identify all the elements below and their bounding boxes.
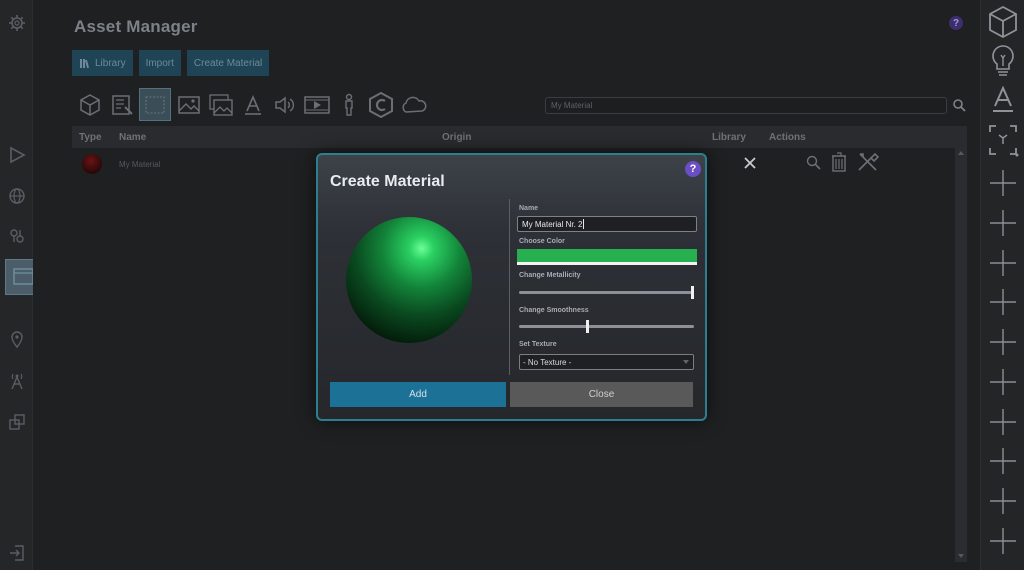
chevron-down-icon: [683, 360, 689, 364]
table-scrollbar[interactable]: [955, 148, 967, 562]
row-name: My Material: [119, 160, 161, 169]
help-button[interactable]: ?: [949, 16, 963, 30]
metallicity-label: Change Metallicity: [519, 272, 581, 279]
add-slot-7-icon[interactable]: [983, 403, 1023, 441]
right-toolbar: [980, 0, 1024, 570]
settings-gear-icon[interactable]: [5, 11, 28, 34]
search-input[interactable]: My Material: [545, 97, 947, 114]
material-thumbnail: [82, 154, 102, 174]
header-library[interactable]: Library: [712, 132, 746, 143]
table-header: Type Name Origin Library Actions: [72, 126, 967, 148]
create-material-button-label: Create Material: [193, 57, 263, 69]
library-books-icon: [80, 58, 90, 68]
add-slot-6-icon[interactable]: [983, 363, 1023, 401]
image-icon[interactable]: [174, 89, 203, 121]
smoothness-slider-handle[interactable]: [585, 320, 589, 333]
texture-select[interactable]: - No Texture -: [519, 354, 694, 370]
material-name-value: My Material Nr. 2: [522, 219, 583, 229]
close-button[interactable]: Close: [510, 382, 693, 407]
page-title: Asset Manager: [74, 17, 198, 36]
material-icon[interactable]: [139, 88, 171, 121]
scroll-up-icon[interactable]: [958, 151, 964, 155]
edit-tools-icon[interactable]: [857, 152, 880, 177]
dialog-title: Create Material: [330, 173, 445, 190]
header-actions: Actions: [769, 132, 806, 143]
cube-icon[interactable]: [75, 89, 104, 121]
add-slot-8-icon[interactable]: [983, 442, 1023, 480]
map-pins-icon[interactable]: [5, 224, 28, 247]
person-icon[interactable]: [334, 89, 363, 121]
material-name-input[interactable]: My Material Nr. 2: [517, 216, 697, 232]
choose-color-label: Choose Color: [519, 238, 565, 245]
antenna-icon[interactable]: [5, 369, 28, 392]
header-name[interactable]: Name: [119, 132, 146, 143]
lightbulb-icon[interactable]: [983, 42, 1023, 80]
add-slot-3-icon[interactable]: [983, 244, 1023, 282]
delete-trash-icon[interactable]: [831, 152, 847, 177]
name-label: Name: [519, 205, 539, 212]
font-icon[interactable]: [238, 89, 267, 121]
model-text-icon[interactable]: [107, 89, 136, 121]
color-picker[interactable]: [517, 249, 697, 265]
add-slot-4-icon[interactable]: [983, 283, 1023, 321]
texture-select-value: - No Texture -: [523, 357, 572, 367]
create-material-dialog: Create Material ? Name My Material Nr. 2…: [316, 153, 707, 421]
3d-cube-icon[interactable]: [983, 3, 1023, 41]
add-slot-9-icon[interactable]: [983, 482, 1023, 520]
play-icon[interactable]: [5, 143, 28, 166]
asset-type-filter-row: [75, 88, 427, 121]
text-font-icon[interactable]: [983, 81, 1023, 119]
smoothness-slider[interactable]: [519, 320, 694, 333]
images-icon[interactable]: [206, 89, 235, 121]
text-caret: [583, 219, 585, 229]
add-slot-2-icon[interactable]: [983, 204, 1023, 242]
metallicity-slider-handle[interactable]: [691, 286, 694, 299]
cloud-icon[interactable]: [398, 89, 427, 121]
import-button[interactable]: Import: [138, 50, 181, 76]
header-type[interactable]: Type: [79, 132, 102, 143]
import-button-label: Import: [145, 57, 174, 69]
add-slot-5-icon[interactable]: [983, 323, 1023, 361]
video-icon[interactable]: [302, 89, 331, 121]
bounding-box-icon[interactable]: [983, 121, 1023, 159]
search-icon[interactable]: [952, 98, 966, 112]
script-icon[interactable]: [366, 89, 395, 121]
logout-icon[interactable]: [5, 541, 28, 564]
nav-button-row: Library Import Create Material: [72, 50, 270, 76]
smoothness-label: Change Smoothness: [519, 307, 589, 314]
audio-icon[interactable]: [270, 89, 299, 121]
row-actions: [744, 152, 880, 177]
library-button[interactable]: Library: [72, 50, 133, 76]
metallicity-slider[interactable]: [519, 286, 694, 299]
add-button[interactable]: Add: [330, 382, 506, 407]
create-material-button[interactable]: Create Material: [186, 50, 270, 76]
scroll-down-icon[interactable]: [958, 554, 964, 558]
left-sidebar: [0, 0, 42, 570]
remove-from-library-icon[interactable]: [744, 156, 756, 174]
dialog-help-button[interactable]: ?: [685, 161, 701, 177]
library-button-label: Library: [95, 57, 126, 69]
set-texture-label: Set Texture: [519, 341, 557, 348]
location-pin-icon[interactable]: [5, 328, 28, 351]
add-slot-10-icon[interactable]: [983, 522, 1023, 560]
dialog-divider: [509, 199, 510, 375]
layers-icon[interactable]: [5, 410, 28, 433]
add-slot-1-icon[interactable]: [983, 164, 1023, 202]
globe-icon[interactable]: [5, 184, 28, 207]
inspect-search-icon[interactable]: [806, 155, 821, 175]
material-preview-sphere: [346, 217, 472, 343]
header-origin[interactable]: Origin: [442, 132, 471, 143]
